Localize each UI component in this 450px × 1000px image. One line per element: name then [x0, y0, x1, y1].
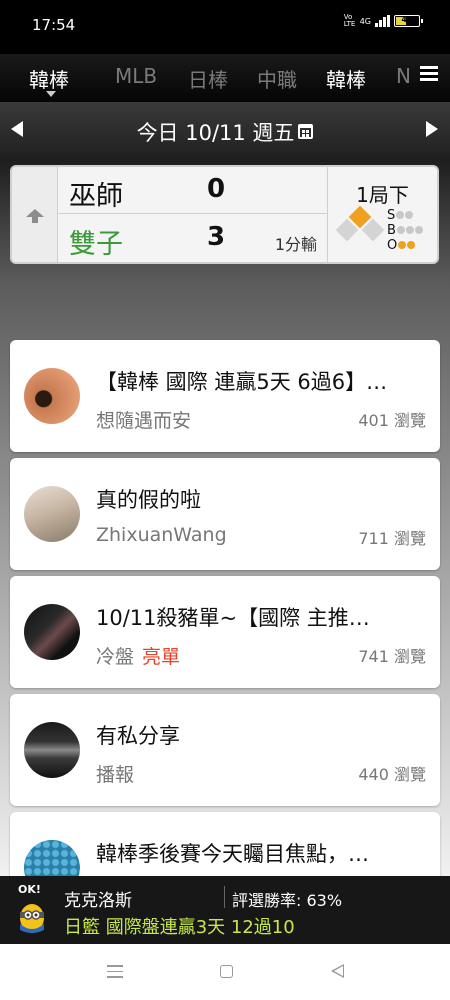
win-rate: 評選勝率: 63%	[232, 891, 343, 910]
out-label: O	[387, 238, 398, 253]
ball-dot	[396, 226, 405, 234]
post-views: 401 瀏覽	[358, 411, 426, 430]
next-date-icon[interactable]	[426, 121, 438, 137]
post-title: 有私分享	[96, 724, 180, 748]
up-arrow-icon	[26, 209, 44, 223]
tab-japan-baseball[interactable]: 日棒	[188, 64, 228, 93]
spread-note: 1分輸	[274, 235, 317, 254]
home-team-score: 3	[207, 222, 226, 252]
home-team-name: 雙子	[69, 229, 123, 260]
away-team-row: 巫師 0	[59, 167, 327, 214]
date-label: 今日 10/11 週五	[136, 121, 295, 145]
ball-dot	[414, 226, 423, 234]
post-title: 真的假的啦	[96, 488, 201, 512]
post-card[interactable]: 有私分享 播報 440 瀏覽	[10, 694, 440, 806]
out-count: O	[387, 238, 416, 253]
divider	[224, 886, 225, 908]
post-title: 【韓棒 國際 連贏5天 6過6】…	[96, 370, 388, 394]
post-views: 741 瀏覽	[358, 647, 426, 666]
strike-dot	[405, 211, 414, 219]
post-card[interactable]: 【韓棒 國際 連贏5天 6過6】… 想隨遇而安 401 瀏覽	[10, 340, 440, 452]
avatar[interactable]	[24, 486, 80, 542]
post-author-name: 冷盤	[96, 646, 135, 668]
tab-cpbl[interactable]: 中職	[257, 64, 297, 93]
post-title: 10/11殺豬單~【國際 主推…	[96, 606, 370, 630]
tab-n[interactable]: N	[396, 64, 411, 88]
tab-korea-baseball[interactable]: 韓棒	[29, 64, 69, 93]
post-author: 想隨遇而安	[96, 410, 192, 432]
calendar-icon	[298, 124, 314, 139]
out-dot	[407, 241, 416, 249]
tipster-name: 克克洛斯	[64, 891, 132, 911]
game-score-card[interactable]: 巫師 0 雙子 3 1分輸 1局下 S B O	[10, 165, 439, 264]
strike-dots	[395, 208, 414, 223]
ball-dots	[396, 223, 423, 238]
post-title: 韓棒季後賽今天矚目焦點，…	[96, 842, 369, 866]
date-bar: 今日 10/11 週五	[0, 102, 450, 158]
avatar[interactable]	[24, 840, 80, 876]
avatar[interactable]	[24, 604, 80, 660]
avatar[interactable]	[24, 368, 80, 424]
battery-level: 49	[401, 15, 413, 24]
post-card[interactable]: 真的假的啦 ZhixuanWang 711 瀏覽	[10, 458, 440, 570]
post-author: 播報	[96, 764, 135, 786]
out-dots	[397, 238, 416, 253]
back-icon[interactable]	[331, 964, 344, 978]
inning-label: 1局下	[356, 183, 409, 207]
featured-pick: 日籃 國際盤連贏3天 12過10	[64, 917, 295, 938]
ball-dot	[405, 226, 414, 234]
status-time: 17:54	[32, 16, 76, 34]
out-dot	[398, 241, 407, 249]
post-card[interactable]: 10/11殺豬單~【國際 主推… 冷盤 亮單 741 瀏覽	[10, 576, 440, 688]
post-author: ZhixuanWang	[96, 524, 227, 546]
home-icon[interactable]	[220, 965, 233, 978]
system-icons: Vo LTE 4G 49	[343, 13, 423, 28]
ball-label: B	[387, 223, 396, 238]
battery-icon: 49	[394, 15, 423, 27]
league-tab-bar: 韓棒 MLB 日棒 中職 韓棒 N	[0, 54, 450, 102]
avatar[interactable]	[24, 722, 80, 778]
post-views: 711 瀏覽	[358, 529, 426, 548]
post-tag: 亮單	[142, 646, 181, 668]
away-team-score: 0	[207, 174, 226, 204]
ball-count: B	[387, 224, 423, 238]
status-bar: 17:54 Vo LTE 4G 49	[0, 0, 450, 54]
inning-status: 1局下 S B O	[327, 167, 437, 262]
recent-apps-icon[interactable]	[107, 965, 123, 982]
signal-icon	[375, 15, 390, 27]
tab-korea-baseball-2[interactable]: 韓棒	[326, 64, 366, 93]
active-tab-indicator	[46, 91, 56, 97]
away-team-name: 巫師	[69, 181, 123, 212]
post-views: 440 瀏覽	[358, 765, 426, 784]
featured-pick-bar[interactable]: OK! 克克洛斯 評選勝率: 63% 日籃 國際盤連贏3天 12過10	[0, 876, 450, 944]
system-nav-bar	[0, 944, 450, 1000]
mascot-label: OK!	[18, 883, 41, 896]
home-team-row: 雙子 3 1分輸	[59, 215, 327, 262]
strike-dot	[396, 211, 405, 219]
network-type-label: 4G	[359, 16, 371, 26]
tab-mlb[interactable]: MLB	[115, 64, 157, 88]
strike-count: S	[387, 208, 414, 223]
volte-icon: Vo LTE	[343, 13, 356, 28]
post-card[interactable]: 韓棒季後賽今天矚目焦點，…	[10, 812, 440, 876]
post-author: 冷盤 亮單	[96, 642, 180, 669]
menu-icon[interactable]	[420, 66, 438, 82]
date-selector[interactable]: 今日 10/11 週五	[0, 117, 450, 147]
collapse-toggle[interactable]	[12, 167, 58, 262]
